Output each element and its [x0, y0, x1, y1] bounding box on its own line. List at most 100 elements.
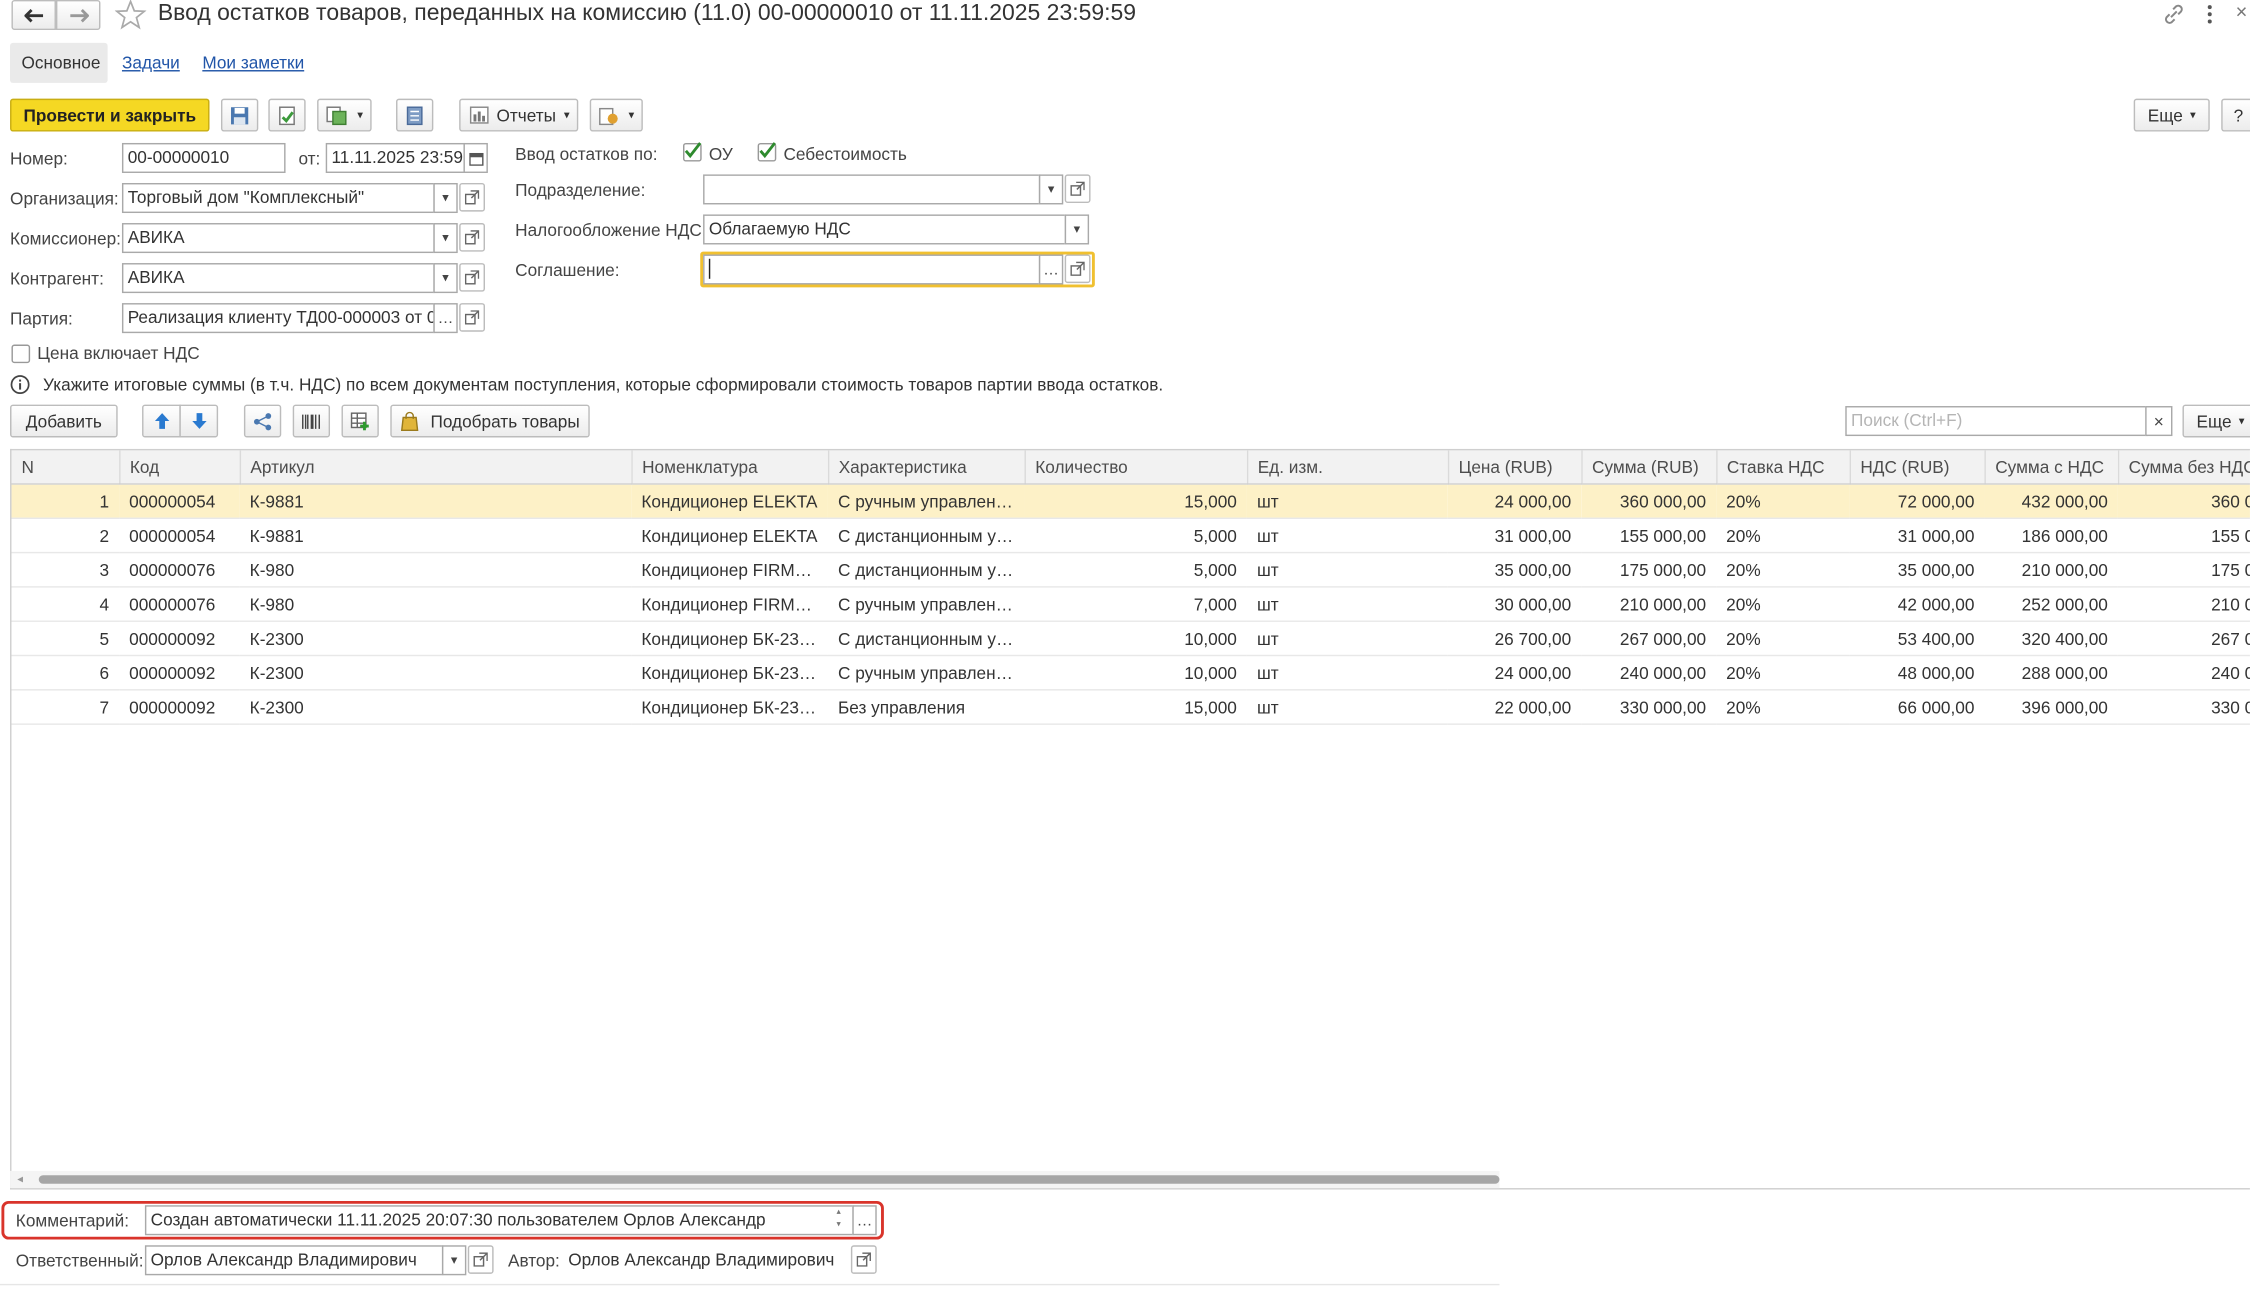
back-button[interactable]: [11, 0, 56, 31]
table-cell[interactable]: 20%: [1716, 552, 1850, 588]
table-row[interactable]: 3 000000076 К-980 Кондиционер FIRMSTAR С дис…: [11, 552, 2250, 588]
column-header-amount[interactable]: Сумма (RUB): [1581, 450, 1717, 485]
agreement-field[interactable]: [703, 254, 1041, 285]
table-cell[interactable]: шт: [1246, 586, 1448, 622]
scroll-left-arrow[interactable]: ◂: [17, 1172, 23, 1185]
column-header-article[interactable]: Артикул: [239, 450, 633, 485]
save-button[interactable]: [220, 98, 259, 132]
table-cell[interactable]: Кондиционер ELEKTA: [631, 518, 828, 554]
pick-goods-button[interactable]: Подобрать товары: [390, 404, 590, 438]
table-cell[interactable]: 2: [11, 518, 120, 554]
column-header-unit[interactable]: Ед. изм.: [1246, 450, 1449, 485]
table-cell[interactable]: 20%: [1716, 689, 1850, 725]
table-cell[interactable]: 3: [11, 552, 120, 588]
column-header-price[interactable]: Цена (RUB): [1447, 450, 1582, 485]
table-cell[interactable]: 360 000,00: [1581, 483, 1717, 519]
table-cell[interactable]: 240 000,00: [1581, 655, 1717, 691]
table-cell[interactable]: 175 000,00: [2117, 552, 2250, 588]
table-cell[interactable]: 10,000: [1024, 621, 1247, 657]
table-cell[interactable]: С ручным управлением: [827, 586, 1025, 622]
table-row[interactable]: 5 000000092 К-2300 Кондиционер БК-2300 С дис…: [11, 621, 2250, 657]
table-cell[interactable]: 210 000,00: [1984, 552, 2118, 588]
forward-button[interactable]: [55, 0, 101, 31]
table-cell[interactable]: 267 000,00: [2117, 621, 2250, 657]
table-cell[interactable]: 000000054: [119, 483, 240, 519]
table-cell[interactable]: 20%: [1716, 483, 1850, 519]
table-cell[interactable]: 53 400,00: [1849, 621, 1985, 657]
table-cell[interactable]: 320 400,00: [1984, 621, 2118, 657]
table-cell[interactable]: С дистанционным управлением: [827, 518, 1025, 554]
tab-tasks[interactable]: Задачи: [122, 53, 180, 73]
batch-select-button[interactable]: …: [433, 303, 458, 334]
commissioner-field[interactable]: АВИКА: [121, 223, 435, 254]
tab-my-notes[interactable]: Мои заметки: [202, 53, 304, 73]
table-cell[interactable]: 31 000,00: [1447, 518, 1582, 554]
table-cell[interactable]: 24 000,00: [1447, 655, 1582, 691]
table-cell[interactable]: 42 000,00: [1849, 586, 1985, 622]
number-field[interactable]: 00-00000010: [121, 142, 286, 173]
responsible-dropdown-button[interactable]: ▾: [441, 1245, 467, 1276]
split-row-button[interactable]: [243, 404, 282, 438]
table-cell[interactable]: 360 000,00: [2117, 483, 2250, 519]
table-cell[interactable]: 186 000,00: [1984, 518, 2118, 554]
table-cell[interactable]: 5,000: [1024, 552, 1247, 588]
organization-dropdown-button[interactable]: ▾: [433, 183, 458, 214]
scrollbar-thumb[interactable]: [38, 1175, 1500, 1184]
date-field[interactable]: 11.11.2025 23:59:59: [325, 142, 465, 173]
table-cell[interactable]: 000000092: [119, 689, 240, 725]
batch-open-button[interactable]: [459, 303, 485, 332]
organization-open-button[interactable]: [459, 183, 485, 212]
table-cell[interactable]: 48 000,00: [1849, 655, 1985, 691]
table-cell[interactable]: С ручным управлением: [827, 483, 1025, 519]
table-cell[interactable]: 288 000,00: [1984, 655, 2118, 691]
division-open-button[interactable]: [1064, 174, 1091, 204]
table-cell[interactable]: 30 000,00: [1447, 586, 1582, 622]
reports-button[interactable]: Отчеты ▾: [459, 98, 579, 132]
column-header-characteristic[interactable]: Характеристика: [827, 450, 1026, 485]
table-cell[interactable]: 396 000,00: [1984, 689, 2118, 725]
table-cell[interactable]: 000000076: [119, 552, 240, 588]
vat-taxation-dropdown-button[interactable]: ▾: [1064, 214, 1090, 245]
table-cell[interactable]: 000000092: [119, 621, 240, 657]
table-cell[interactable]: 66 000,00: [1849, 689, 1985, 725]
table-cell[interactable]: К-9881: [239, 518, 632, 554]
table-cell[interactable]: Кондиционер ELEKTA: [631, 483, 828, 519]
table-cell[interactable]: 210 000,00: [2117, 586, 2250, 622]
cost-checkbox[interactable]: [757, 142, 777, 162]
fill-table-button[interactable]: [341, 404, 379, 438]
move-up-button[interactable]: [142, 404, 181, 438]
table-cell[interactable]: Кондиционер БК-2300: [631, 621, 828, 657]
table-cell[interactable]: 330 000,00: [2117, 689, 2250, 725]
column-header-vat-amount[interactable]: НДС (RUB): [1849, 450, 1986, 485]
column-header-vat-rate[interactable]: Ставка НДС: [1716, 450, 1851, 485]
column-header-code[interactable]: Код: [119, 450, 241, 485]
table-cell[interactable]: шт: [1246, 689, 1448, 725]
table-cell[interactable]: 24 000,00: [1447, 483, 1582, 519]
table-cell[interactable]: 330 000,00: [1581, 689, 1717, 725]
table-cell[interactable]: К-2300: [239, 689, 632, 725]
commissioner-open-button[interactable]: [459, 223, 485, 252]
column-header-amount-without-vat[interactable]: Сумма без НДС: [2117, 450, 2250, 485]
ou-checkbox[interactable]: [683, 142, 702, 162]
division-field[interactable]: [703, 174, 1041, 205]
table-cell[interactable]: 7: [11, 689, 120, 725]
table-cell[interactable]: 31 000,00: [1849, 518, 1985, 554]
table-cell[interactable]: К-980: [239, 586, 632, 622]
table-cell[interactable]: шт: [1246, 621, 1448, 657]
table-cell[interactable]: С дистанционным управлением: [827, 621, 1025, 657]
responsible-field[interactable]: Орлов Александр Владимирович: [144, 1245, 444, 1276]
post-button[interactable]: [268, 98, 306, 132]
table-cell[interactable]: 20%: [1716, 621, 1850, 657]
comment-expand-button[interactable]: …: [852, 1205, 877, 1236]
add-row-button[interactable]: Добавить: [10, 404, 118, 438]
table-row[interactable]: 4 000000076 К-980 Кондиционер FIRMSTAR С руч…: [11, 586, 2250, 622]
table-more-button[interactable]: Еще ▾: [2182, 404, 2250, 438]
comment-field[interactable]: Создан автоматически 11.11.2025 20:07:30…: [144, 1205, 854, 1236]
table-cell[interactable]: шт: [1246, 655, 1448, 691]
table-cell[interactable]: С ручным управлением: [827, 655, 1025, 691]
table-cell[interactable]: 6: [11, 655, 120, 691]
table-cell[interactable]: шт: [1246, 552, 1448, 588]
commissioner-dropdown-button[interactable]: ▾: [433, 223, 458, 254]
table-cell[interactable]: Кондиционер БК-2300: [631, 655, 828, 691]
search-clear-button[interactable]: ×: [2145, 406, 2173, 437]
